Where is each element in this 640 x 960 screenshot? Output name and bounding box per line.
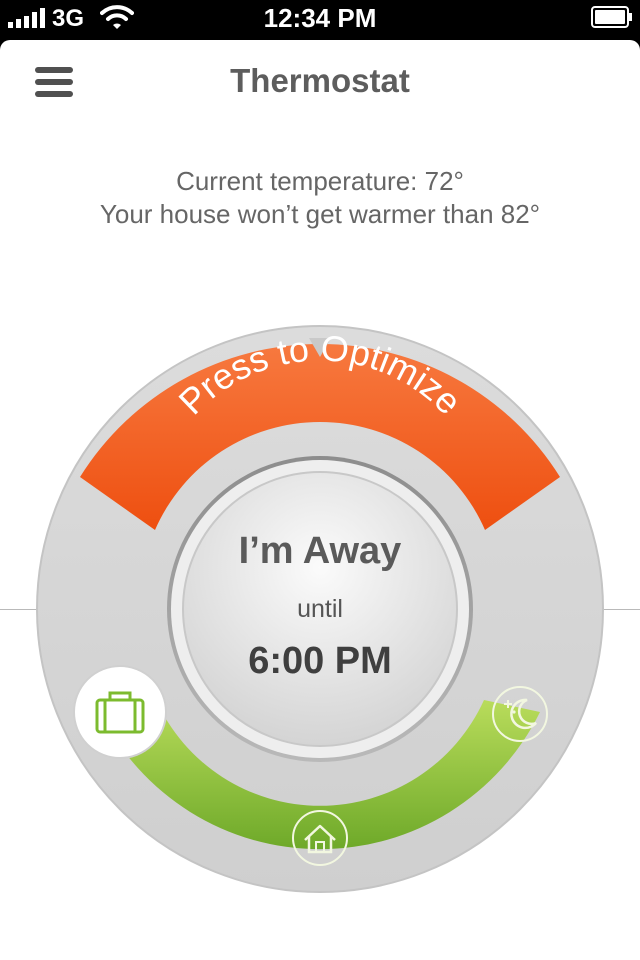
- until-time: 6:00 PM: [248, 640, 392, 682]
- battery-icon: [591, 6, 632, 28]
- thermostat-app: Thermostat Current temperature: 72° Your…: [0, 40, 640, 960]
- status-bar: 3G 12:34 PM: [0, 0, 640, 40]
- mode-label: I’m Away: [238, 530, 402, 572]
- status-clock: 12:34 PM: [263, 3, 377, 33]
- phone-screen: 3G 12:34 PM Thermostat Current temperatu…: [0, 0, 640, 960]
- home-mode-button[interactable]: [293, 811, 347, 865]
- until-label: until: [297, 595, 343, 623]
- sleep-mode-button[interactable]: [493, 687, 547, 741]
